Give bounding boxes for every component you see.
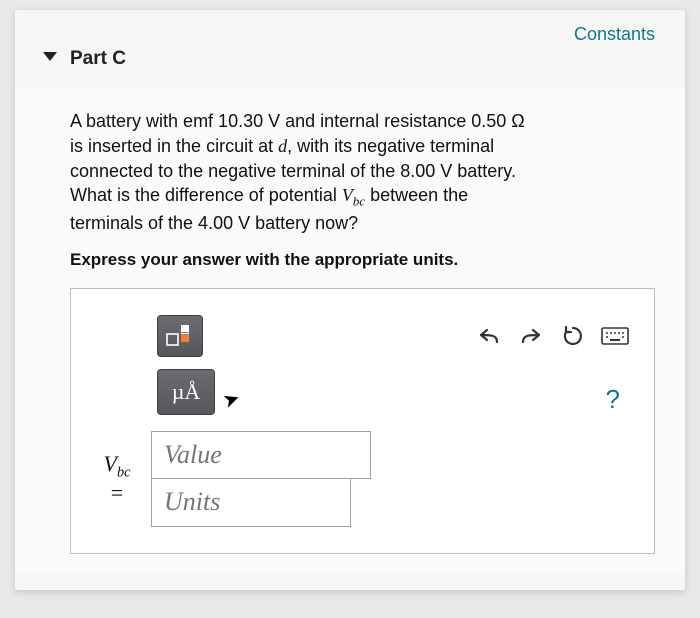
q-line3: connected to the negative terminal of th…: [70, 161, 516, 181]
value-input[interactable]: [151, 431, 371, 479]
collapse-toggle-icon[interactable]: [43, 52, 57, 61]
var-d: d: [278, 136, 287, 156]
question-text: A battery with emf 10.30 V and internal …: [70, 109, 655, 236]
answer-lhs: Vbc =: [93, 452, 141, 505]
q-line4a: What is the difference of potential: [70, 185, 342, 205]
redo-button[interactable]: [514, 319, 548, 353]
undo-button[interactable]: [472, 319, 506, 353]
units-input[interactable]: [151, 479, 351, 527]
content-area: A battery with emf 10.30 V and internal …: [15, 87, 685, 574]
part-label: Part C: [70, 48, 126, 69]
answer-toolbar: [157, 315, 632, 357]
part-header: Part C: [15, 10, 685, 87]
var-V: V: [342, 185, 353, 205]
keyboard-button[interactable]: [598, 319, 632, 353]
q-line4b: between the: [365, 185, 468, 205]
q-line2b: , with its negative terminal: [287, 136, 494, 156]
instruction-text: Express your answer with the appropriate…: [70, 250, 655, 270]
lhs-bc: bc: [117, 465, 131, 481]
q-line2a: is inserted in the circuit at: [70, 136, 278, 156]
var-bc: bc: [353, 194, 365, 209]
units-picker-button[interactable]: µÅ: [157, 369, 215, 415]
equals-sign: =: [111, 480, 123, 505]
q-line5: terminals of the 4.00 V battery now?: [70, 213, 358, 233]
help-button[interactable]: ?: [600, 384, 626, 415]
reset-button[interactable]: [556, 319, 590, 353]
template-button[interactable]: [157, 315, 203, 357]
answer-row: Vbc =: [93, 431, 632, 527]
lhs-V: V: [104, 451, 117, 476]
answer-entry-panel: µÅ ➤ ? Vbc =: [70, 288, 655, 554]
cursor-icon: ➤: [219, 385, 243, 414]
q-line1: A battery with emf 10.30 V and internal …: [70, 111, 525, 131]
